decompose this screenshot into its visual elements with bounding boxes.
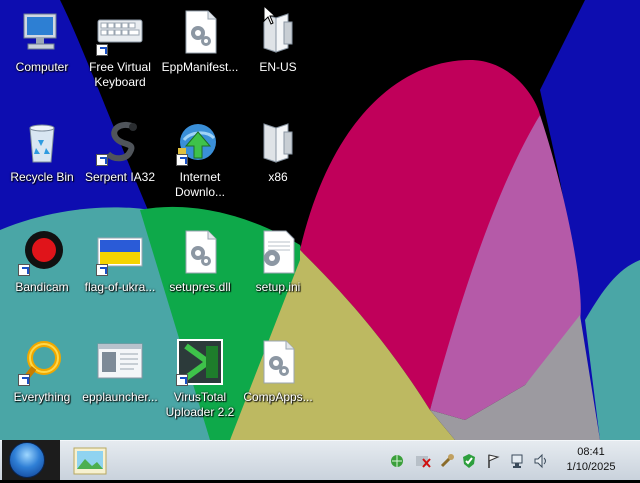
desktop-icon-setupres-dll[interactable]: setupres.dll: [158, 222, 242, 326]
desktop-icon-label: setup.ini: [255, 280, 301, 294]
desktop-icon-setup-ini[interactable]: setup.ini: [236, 222, 320, 326]
desktop-icon-label: Free Virtual Keyboard: [89, 60, 151, 89]
application-icon: [96, 338, 144, 386]
desktop-icon-label: epplauncher...: [82, 390, 158, 404]
taskbar: 08:41 1/10/2025: [0, 440, 640, 480]
desktop-icon-serpent-ia32[interactable]: Serpent IA32: [78, 112, 162, 216]
shortcut-arrow-icon: [18, 264, 30, 276]
desktop-icon-label: Serpent IA32: [84, 170, 156, 184]
desktop-icon-label: setupres.dll: [169, 280, 231, 294]
desktop-icon-virustotal-uploader[interactable]: VirusTotal Uploader 2.2: [158, 332, 242, 436]
virustotal-icon: [176, 338, 224, 386]
desktop-icon-label: Everything: [13, 390, 71, 404]
desktop-icon-free-virtual-keyboard[interactable]: Free Virtual Keyboard: [78, 2, 162, 106]
config-file-icon: [254, 228, 302, 276]
settings-file-icon: [254, 338, 302, 386]
desktop-icon-en-us[interactable]: EN-US: [236, 2, 320, 106]
taskbar-pinned-app[interactable]: [70, 444, 110, 478]
desktop-icon-bandicam[interactable]: Bandicam: [0, 222, 84, 326]
shortcut-arrow-icon: [96, 264, 108, 276]
record-icon: [18, 228, 66, 276]
shortcut-arrow-icon: [176, 154, 188, 166]
dll-file-icon: [176, 228, 224, 276]
desktop-icon-label: flag-of-ukra...: [84, 280, 156, 294]
network-monitor-icon[interactable]: [509, 453, 525, 469]
settings-file-icon: [176, 8, 224, 56]
recycle-bin-icon: [18, 118, 66, 166]
desktop-icon-label: Computer: [15, 60, 69, 74]
desktop-icon-label: x86: [268, 170, 288, 184]
shortcut-arrow-icon: [96, 154, 108, 166]
picture-viewer-icon: [73, 447, 107, 475]
computer-icon: [18, 8, 66, 56]
shortcut-arrow-icon: [176, 374, 188, 386]
tools-icon[interactable]: [439, 453, 455, 469]
desktop-icon-everything[interactable]: Everything: [0, 332, 84, 436]
desktop-icon-label: Bandicam: [15, 280, 69, 294]
shortcut-arrow-icon: [96, 44, 108, 56]
system-tray: [385, 441, 555, 481]
desktop-icon-label: VirusTotal Uploader 2.2: [165, 390, 235, 419]
folder-icon: [254, 8, 302, 56]
keyboard-icon: [96, 8, 144, 56]
start-button[interactable]: [2, 440, 60, 480]
magnifier-icon: [18, 338, 66, 386]
desktop-icon-flag-of-ukraine[interactable]: flag-of-ukra...: [78, 222, 162, 326]
clock-date: 1/10/2025: [566, 461, 616, 473]
image-file-icon: [96, 228, 144, 276]
clock-time: 08:41: [577, 446, 605, 458]
desktop-icon-internet-download-manager[interactable]: Internet Downlo...: [158, 112, 242, 216]
desktop-icon-label: EN-US: [259, 60, 297, 74]
desktop-icon-epplauncher[interactable]: epplauncher...: [78, 332, 162, 436]
folder-icon: [254, 118, 302, 166]
desktop-icon-label: EppManifest...: [161, 60, 239, 74]
security-alert-icon[interactable]: [415, 453, 431, 469]
desktop[interactable]: Computer Free Virtual Keyboard EppManife…: [0, 0, 640, 440]
desktop-icon-recycle-bin[interactable]: Recycle Bin: [0, 112, 84, 216]
desktop-icon-label: CompApps...: [243, 390, 313, 404]
shortcut-arrow-icon: [18, 374, 30, 386]
desktop-icon-label: Recycle Bin: [10, 170, 74, 184]
desktop-icon-x86[interactable]: x86: [236, 112, 320, 216]
volume-speaker-icon[interactable]: [533, 453, 549, 469]
shield-check-icon[interactable]: [461, 453, 477, 469]
desktop-icon-eppmanifest[interactable]: EppManifest...: [158, 2, 242, 106]
desktop-icon-computer[interactable]: Computer: [0, 2, 84, 106]
download-manager-icon: [176, 118, 224, 166]
mouse-pointer-icon: [263, 5, 277, 25]
clock[interactable]: 08:41 1/10/2025: [556, 445, 626, 475]
serpent-icon: [96, 118, 144, 166]
windows-logo-icon: [9, 442, 45, 478]
desktop-icon-compapps[interactable]: CompApps...: [236, 332, 320, 436]
desktop-icon-label: Internet Downlo...: [174, 170, 226, 199]
network-globe-icon[interactable]: [389, 453, 405, 469]
action-center-flag-icon[interactable]: [485, 453, 501, 469]
